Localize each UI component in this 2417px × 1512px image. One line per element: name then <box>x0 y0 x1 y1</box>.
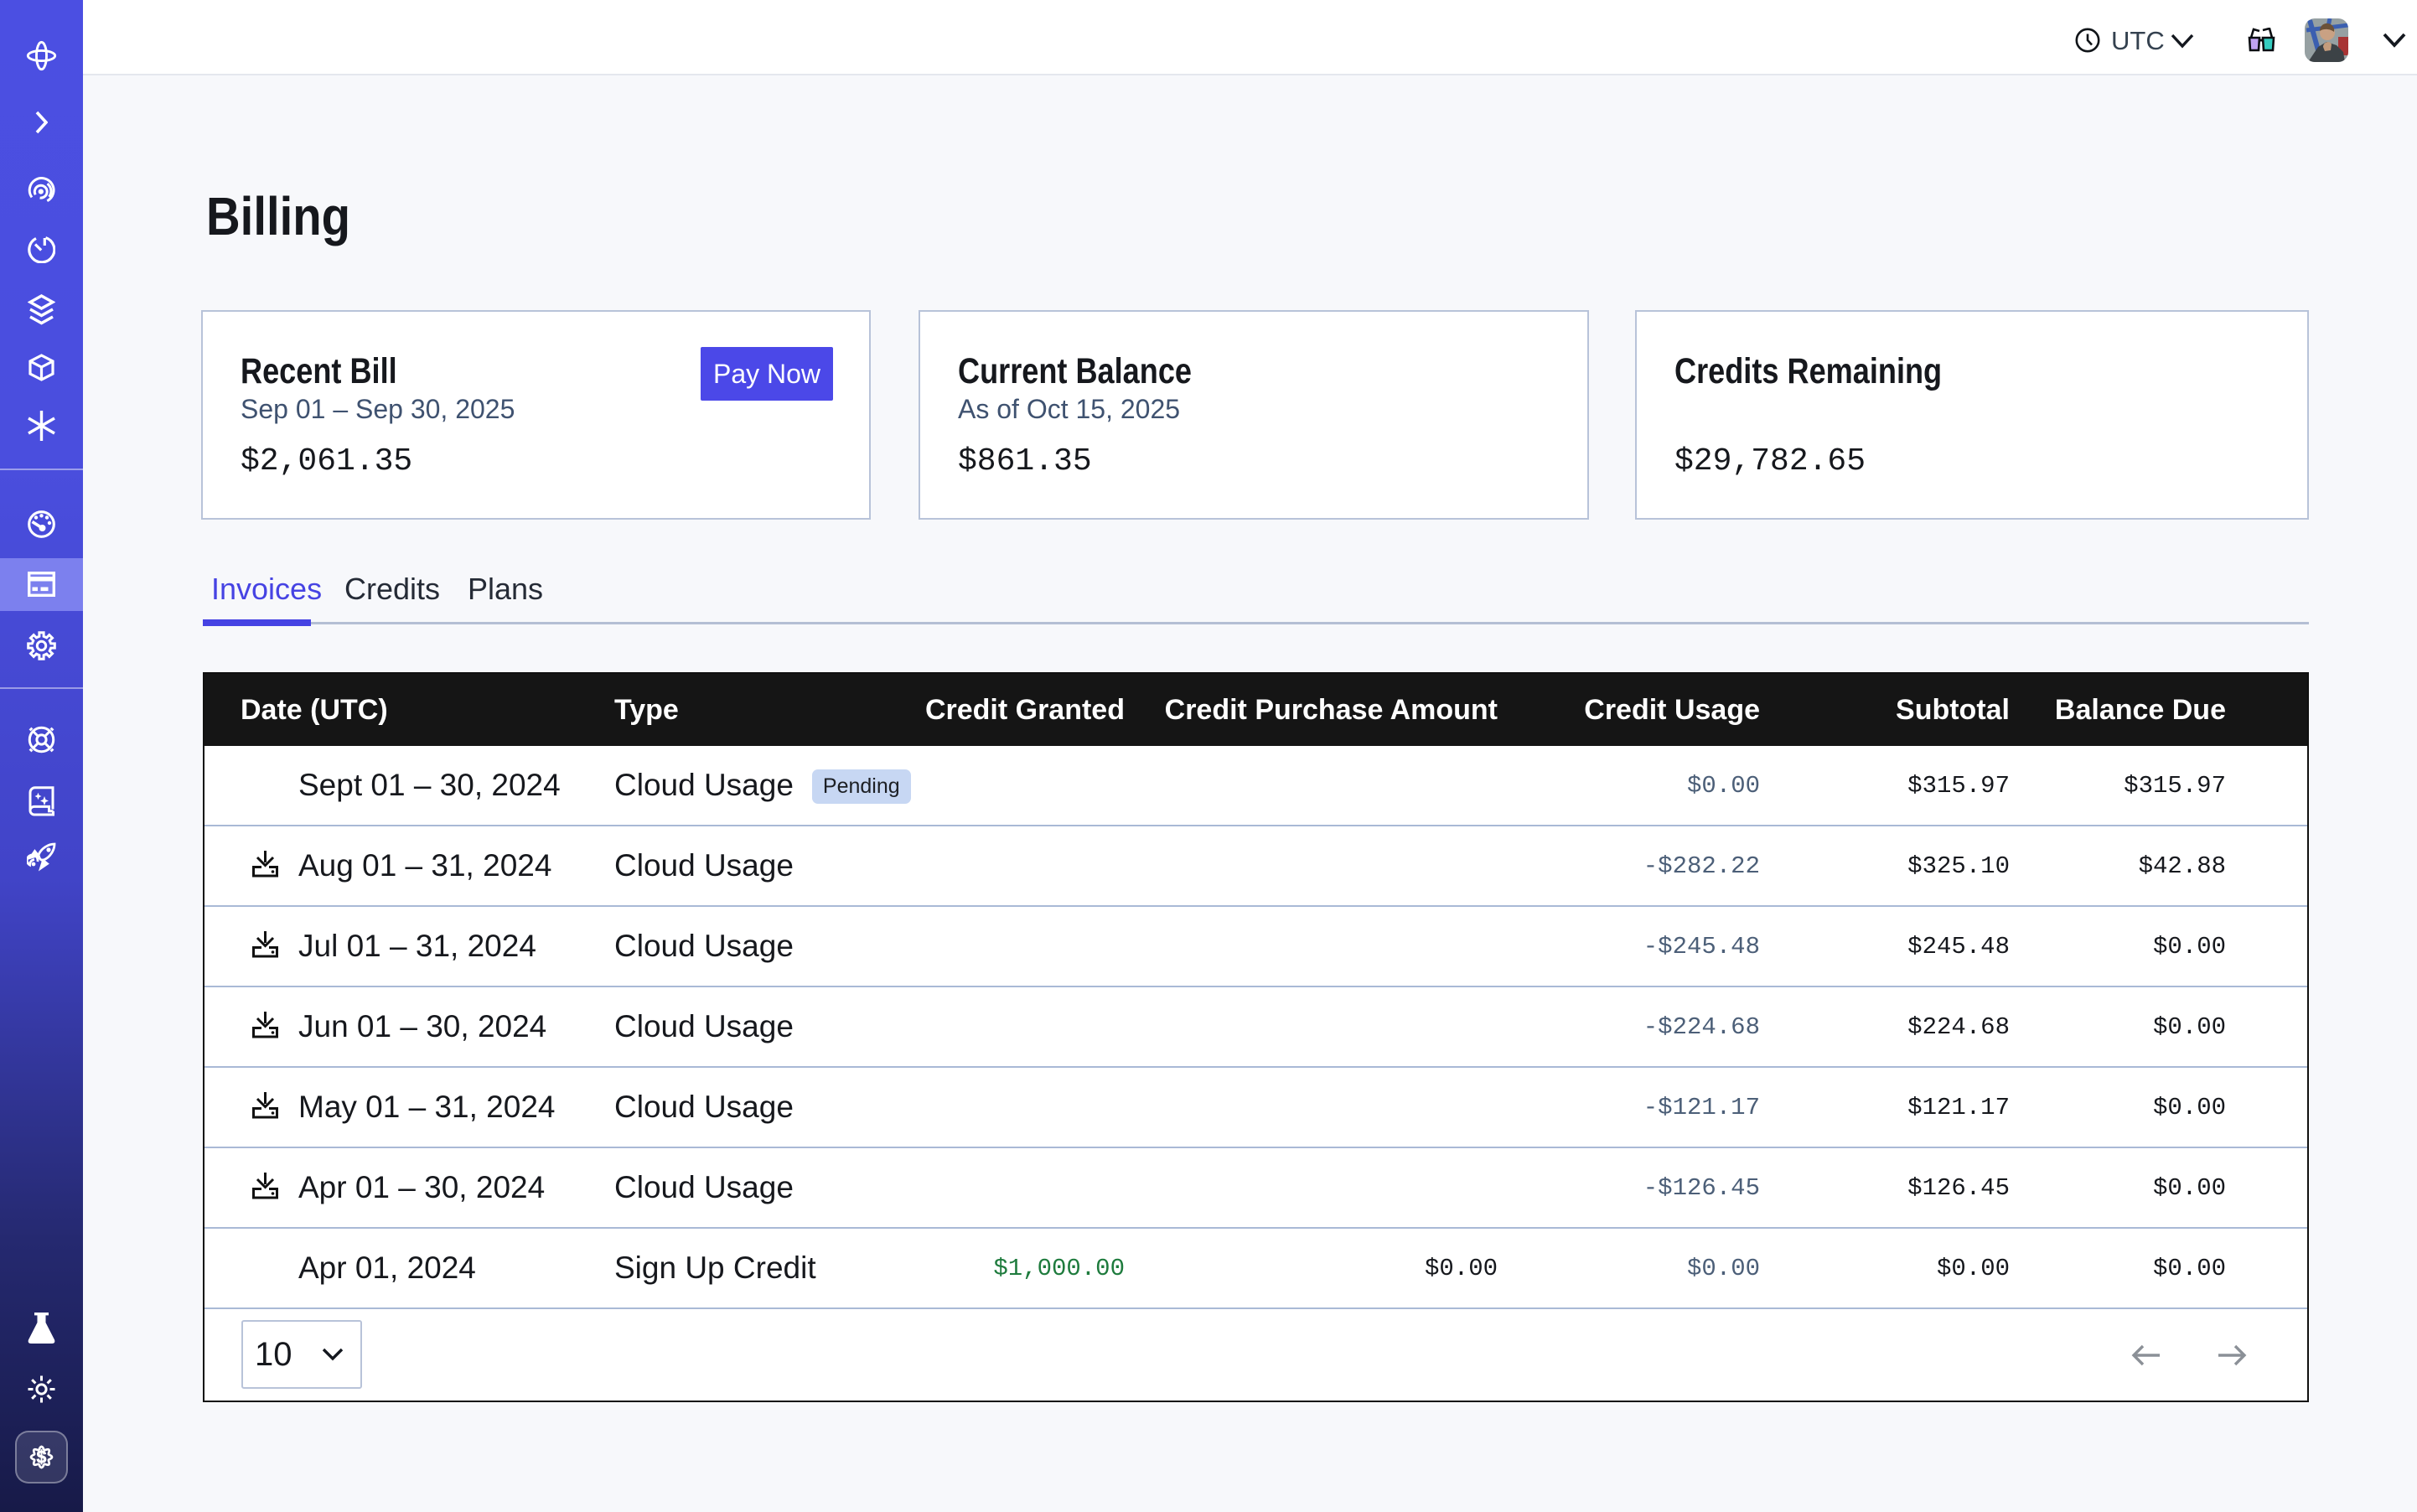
svg-text:$: $ <box>37 1448 47 1468</box>
